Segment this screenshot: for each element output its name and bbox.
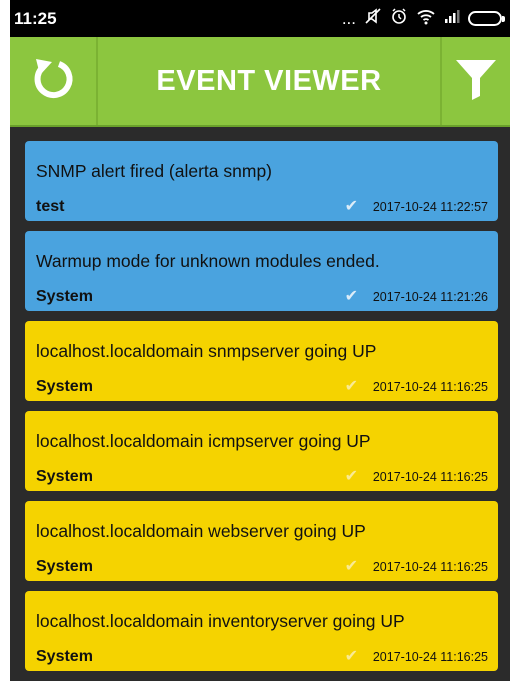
event-source: System xyxy=(36,468,93,485)
event-message: localhost.localdomain icmpserver going U… xyxy=(36,431,371,451)
more-notifications-icon: ... xyxy=(341,8,356,28)
status-bar: 11:25 ... xyxy=(10,0,510,37)
event-timestamp: 2017-10-24 11:16:25 xyxy=(372,470,488,484)
page-title: EVENT VIEWER xyxy=(156,64,382,97)
event-message: localhost.localdomain snmpserver going U… xyxy=(36,341,377,361)
checkmark-icon: ✔ xyxy=(344,468,358,485)
app-bar: EVENT VIEWER xyxy=(10,37,510,127)
phone-screen: 11:25 ... EVENT VIEWER SNMP alert fired … xyxy=(10,0,510,681)
event-card[interactable]: SNMP alert fired (alerta snmp) test ✔ 20… xyxy=(25,141,498,221)
event-timestamp: 2017-10-24 11:16:25 xyxy=(372,650,488,664)
event-message: SNMP alert fired (alerta snmp) xyxy=(36,161,273,181)
event-card[interactable]: localhost.localdomain inventoryserver go… xyxy=(25,591,498,671)
event-source: System xyxy=(36,288,93,305)
checkmark-icon: ✔ xyxy=(344,558,358,575)
refresh-button[interactable] xyxy=(10,37,98,125)
event-list: SNMP alert fired (alerta snmp) test ✔ 20… xyxy=(10,127,510,671)
status-icons: ... xyxy=(341,7,505,30)
status-time: 11:25 xyxy=(14,8,57,28)
event-source: System xyxy=(36,648,93,665)
event-source: System xyxy=(36,378,93,395)
battery-icon xyxy=(468,11,505,26)
event-message: localhost.localdomain webserver going UP xyxy=(36,521,366,541)
filter-button[interactable] xyxy=(440,37,510,125)
event-timestamp: 2017-10-24 11:16:25 xyxy=(372,560,488,574)
event-timestamp: 2017-10-24 11:22:57 xyxy=(372,200,488,214)
event-card[interactable]: localhost.localdomain webserver going UP… xyxy=(25,501,498,581)
checkmark-icon: ✔ xyxy=(344,198,358,215)
checkmark-icon: ✔ xyxy=(344,288,358,305)
alarm-icon xyxy=(390,7,408,30)
checkmark-icon: ✔ xyxy=(344,378,358,395)
event-card[interactable]: localhost.localdomain icmpserver going U… xyxy=(25,411,498,491)
event-source: System xyxy=(36,558,93,575)
filter-funnel-icon xyxy=(454,56,498,107)
event-card[interactable]: Warmup mode for unknown modules ended. S… xyxy=(25,231,498,311)
event-source: test xyxy=(36,198,65,215)
checkmark-icon: ✔ xyxy=(344,648,358,665)
wifi-icon xyxy=(416,7,436,30)
mute-icon xyxy=(364,7,382,30)
event-card[interactable]: localhost.localdomain snmpserver going U… xyxy=(25,321,498,401)
event-timestamp: 2017-10-24 11:21:26 xyxy=(372,290,488,304)
event-message: localhost.localdomain inventoryserver go… xyxy=(36,611,405,631)
refresh-icon xyxy=(29,55,77,108)
event-timestamp: 2017-10-24 11:16:25 xyxy=(372,380,488,394)
signal-icon xyxy=(444,8,460,29)
event-message: Warmup mode for unknown modules ended. xyxy=(36,251,380,271)
